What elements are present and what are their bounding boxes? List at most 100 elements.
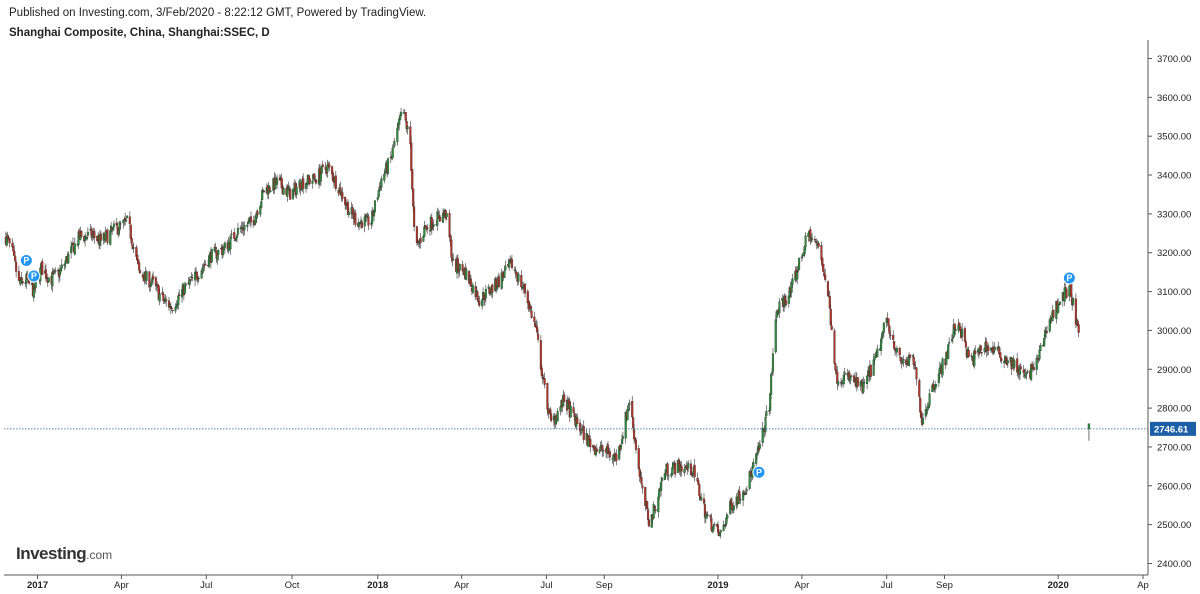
candle — [341, 187, 344, 202]
candle — [967, 346, 970, 358]
svg-text:3600.00: 3600.00 — [1157, 93, 1191, 104]
candle — [980, 352, 983, 357]
candle — [235, 233, 239, 243]
candle — [539, 335, 542, 372]
candle — [393, 137, 396, 148]
svg-text:Jul: Jul — [881, 580, 893, 591]
x-tick: Apr — [794, 575, 809, 591]
candle — [543, 372, 546, 389]
candle — [834, 362, 837, 375]
candle — [239, 225, 242, 233]
candle — [252, 215, 255, 228]
candle — [93, 228, 96, 244]
candle — [761, 421, 764, 447]
candle — [513, 266, 516, 272]
candle — [458, 263, 461, 277]
candle — [1019, 363, 1022, 370]
candle — [5, 232, 8, 248]
candle — [576, 413, 579, 425]
candle — [888, 325, 891, 339]
candle — [947, 343, 950, 360]
svg-text:P: P — [23, 256, 29, 266]
candle — [774, 314, 777, 354]
candle — [689, 459, 692, 476]
candle — [344, 196, 347, 210]
y-tick: 2500.00 — [1148, 520, 1191, 531]
marker-p[interactable]: P — [27, 269, 41, 283]
candle — [139, 269, 142, 274]
candle — [644, 486, 647, 511]
svg-text:Apr: Apr — [114, 580, 129, 591]
candle — [817, 240, 820, 249]
x-tick: Apr — [114, 575, 129, 591]
candle — [17, 265, 20, 281]
candle — [859, 381, 862, 391]
candle — [194, 267, 197, 287]
candle — [631, 395, 634, 420]
candle — [174, 303, 177, 314]
candle — [872, 353, 875, 377]
candle — [765, 405, 768, 418]
candle — [961, 323, 964, 342]
candle — [556, 408, 559, 422]
candle — [269, 190, 272, 193]
candle — [278, 174, 281, 181]
candle — [510, 254, 514, 270]
candle — [313, 173, 316, 183]
svg-text:2019: 2019 — [707, 580, 728, 591]
candle — [824, 268, 827, 283]
candle — [1032, 361, 1035, 371]
y-tick: 2700.00 — [1148, 442, 1191, 453]
candle — [691, 471, 694, 478]
candle — [899, 356, 902, 365]
marker-p[interactable]: P — [1062, 271, 1076, 285]
candle — [448, 209, 451, 238]
candle — [112, 226, 115, 232]
x-tick: Sep — [596, 575, 613, 591]
x-tick: 2017 — [27, 575, 48, 591]
candle — [481, 298, 484, 310]
candle — [243, 221, 246, 236]
candle — [204, 260, 207, 266]
y-tick: 3100.00 — [1148, 287, 1191, 298]
candle — [725, 512, 728, 527]
candle — [840, 379, 843, 389]
candle — [742, 489, 745, 507]
candle — [732, 501, 735, 514]
x-tick: Sep — [936, 575, 953, 591]
svg-text:P: P — [31, 271, 37, 281]
candle — [71, 237, 75, 246]
candle — [640, 471, 643, 486]
svg-text:Sep: Sep — [596, 580, 613, 591]
candle — [926, 402, 929, 415]
x-tick: Jul — [200, 575, 212, 591]
candle — [606, 440, 610, 455]
candle — [641, 483, 644, 494]
candle — [221, 243, 225, 258]
x-tick: Oct — [285, 575, 300, 591]
candle — [47, 277, 50, 283]
candle — [608, 447, 611, 462]
candle — [1068, 284, 1071, 302]
price-chart[interactable]: 2746.61 PPPP 2400.002500.002600.002700.0… — [0, 0, 1200, 594]
marker-p[interactable]: P — [752, 465, 766, 479]
svg-text:3100.00: 3100.00 — [1157, 287, 1191, 298]
candle — [1057, 298, 1060, 314]
candle — [826, 280, 830, 297]
candle — [1039, 342, 1042, 352]
svg-text:2500.00: 2500.00 — [1157, 520, 1191, 531]
x-tick: Ap — [1137, 575, 1149, 591]
candle — [164, 294, 167, 304]
candle — [869, 364, 872, 380]
candle — [430, 213, 433, 235]
candle — [469, 274, 473, 288]
candle — [839, 377, 843, 387]
candle — [44, 263, 47, 282]
candle — [380, 175, 383, 191]
candle — [1036, 354, 1039, 360]
candle — [468, 269, 471, 286]
candle — [148, 270, 151, 292]
marker-p[interactable]: P — [19, 254, 33, 267]
candle — [106, 228, 109, 246]
candle — [924, 403, 927, 420]
